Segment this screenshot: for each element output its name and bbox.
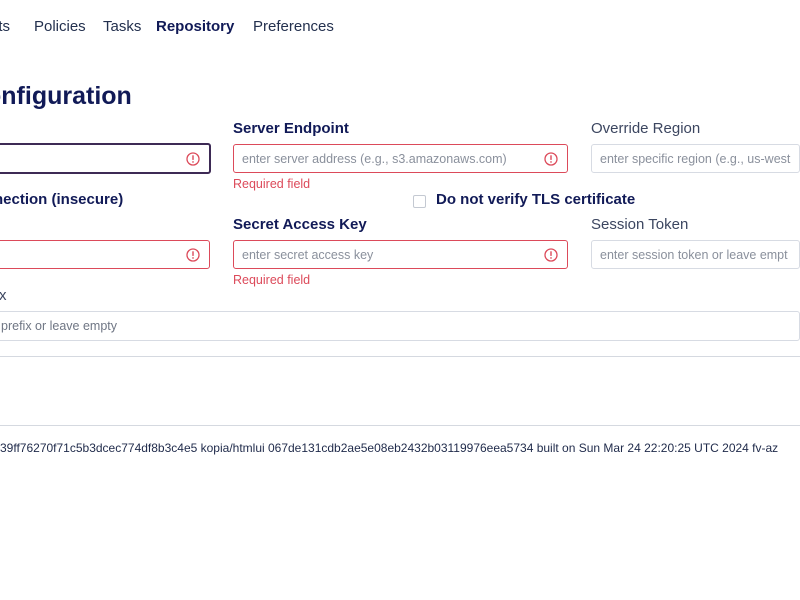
nav-tab-repository[interactable]: Repository <box>156 18 234 35</box>
secret-access-key-placeholder: enter secret access key <box>242 247 374 262</box>
server-endpoint-error: Required field <box>233 177 311 191</box>
error-icon <box>544 151 558 166</box>
prefix-label: x <box>0 287 7 304</box>
server-endpoint-placeholder: enter server address (e.g., s3.amazonaws… <box>242 151 507 166</box>
prefix-placeholder: prefix or leave empty <box>1 319 118 333</box>
tls-verify-checkbox[interactable] <box>413 195 426 208</box>
session-token-input[interactable]: enter session token or leave empt <box>591 240 800 269</box>
tls-verify-label: Do not verify TLS certificate <box>436 191 636 208</box>
access-key-input[interactable] <box>0 240 210 269</box>
build-info: c39ff76270f71c5b3dcec774df8b3c4e5 kopia/… <box>0 441 779 455</box>
page-title: onfiguration <box>0 82 132 110</box>
override-region-input[interactable]: enter specific region (e.g., us-west <box>591 144 800 173</box>
nav-tab-preferences[interactable]: Preferences <box>253 18 334 35</box>
server-endpoint-input[interactable]: enter server address (e.g., s3.amazonaws… <box>233 144 568 173</box>
session-token-placeholder: enter session token or leave empt <box>600 247 788 262</box>
session-token-label: Session Token <box>591 216 689 233</box>
section-divider <box>0 356 800 357</box>
nav-tab-snapshots[interactable]: ots <box>0 18 10 35</box>
server-endpoint-label: Server Endpoint <box>233 120 349 137</box>
bucket-input[interactable] <box>0 143 211 174</box>
insecure-connection-label: nection (insecure) <box>0 191 124 208</box>
secret-access-key-input[interactable]: enter secret access key <box>233 240 568 269</box>
footer-divider <box>0 425 800 426</box>
error-icon <box>186 247 200 262</box>
error-icon <box>186 151 200 166</box>
secret-access-key-error: Required field <box>233 273 311 287</box>
override-region-placeholder: enter specific region (e.g., us-west <box>600 151 791 166</box>
override-region-label: Override Region <box>591 120 701 137</box>
error-icon <box>544 247 558 262</box>
nav-tab-policies[interactable]: Policies <box>34 18 86 35</box>
prefix-input[interactable]: prefix or leave empty <box>0 311 800 341</box>
secret-access-key-label: Secret Access Key <box>233 216 367 233</box>
nav-tab-tasks[interactable]: Tasks <box>103 18 141 35</box>
